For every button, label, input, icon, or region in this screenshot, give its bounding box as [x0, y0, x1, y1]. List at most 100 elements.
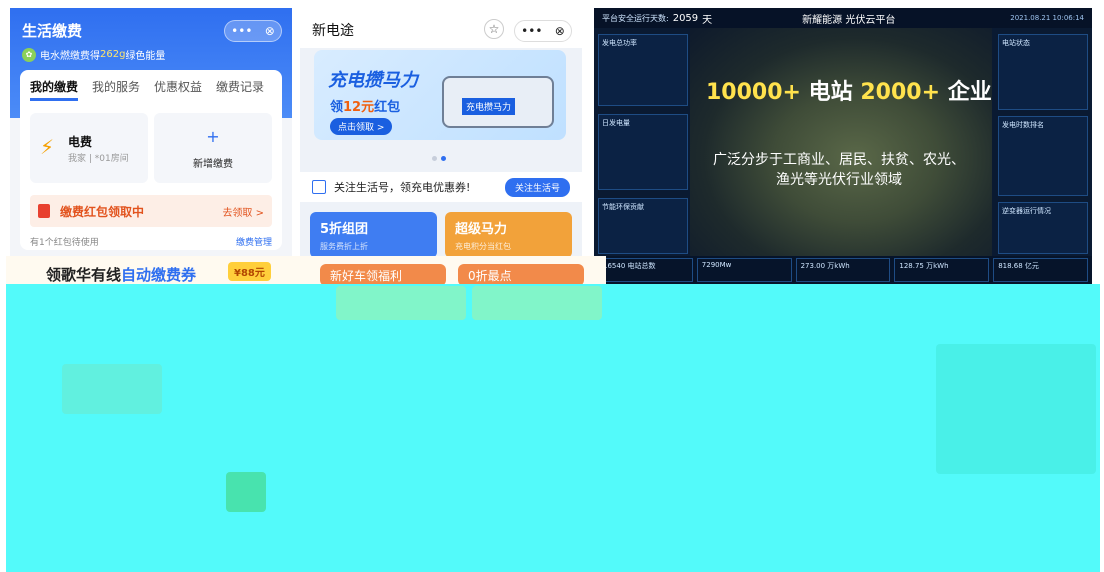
box-title: 节能环保贡献 [602, 203, 644, 211]
carousel-dots [432, 156, 446, 161]
coupon-strip-text: 领歌华有线自动缴费券 [46, 264, 196, 285]
life-account-icon [312, 180, 326, 194]
green-energy-banner: ✿ 电水燃缴费得 262g 绿色能量 [22, 47, 280, 62]
jeep-illustration: 充电攒马力 [442, 76, 554, 128]
tile-title: 5折组团 [320, 222, 369, 237]
miniapp-capsule[interactable]: ••• ⊗ [514, 20, 572, 42]
ghost-artifact [936, 344, 1096, 474]
inverter-status-box: 逆变器运行情况 [998, 202, 1088, 254]
plus-icon: + [206, 127, 220, 146]
miniapp-capsule[interactable]: ••• ⊗ [224, 20, 282, 42]
china-map [690, 28, 992, 264]
electric-bill-tile[interactable]: ⚡ 电费 我家 | *01房间 [30, 113, 148, 183]
ghost-artifact [226, 472, 266, 512]
banner-sub-prefix: 领 [330, 100, 344, 115]
red-packet-banner[interactable]: 缴费红包领取中 去领取 > [30, 195, 272, 227]
tile-title: 超级马力 [455, 222, 508, 237]
ghost-artifact [62, 364, 162, 414]
box-title: 发电总功率 [602, 39, 637, 47]
tab-benefits[interactable]: 优惠权益 [154, 78, 202, 101]
enterprise-count: 2000+ [860, 80, 941, 105]
follow-bar: 关注生活号，领充电优惠券! 关注生活号 [300, 172, 582, 202]
group-discount-tile[interactable]: 5折组团 服务费折上折 [310, 212, 437, 256]
station-status-box: 电站状态 [998, 34, 1088, 110]
leaf-icon: ✿ [22, 47, 36, 62]
coupon-strip-prefix: 领歌华有线 [46, 266, 122, 284]
super-horsepower-tile[interactable]: 超级马力 充电积分当红包 [445, 212, 572, 256]
star-icon[interactable]: ☆ [484, 19, 504, 39]
dashboard-topbar: 平台安全运行天数: 2059 天 新耀能源 光伏云平台 2021.08.21 1… [594, 8, 1092, 28]
desc-line-1: 广泛分步于工商业、居民、扶贫、农光、 [713, 152, 965, 168]
banner-title: 充电攒马力 [328, 70, 418, 91]
follow-button[interactable]: 关注生活号 [504, 177, 570, 197]
claim-button[interactable]: 点击领取 > [330, 118, 393, 135]
red-packet-icon [38, 204, 50, 218]
daily-generation-box: 日发电量 [598, 114, 688, 190]
stat-item: 16540 电站总数 [598, 258, 693, 282]
panel-xindiantu: 新电途 ☆ ••• ⊗ 充电攒马力 领12元红包 点击领取 > 充电攒马力 关注… [300, 8, 582, 256]
power-total-box: 发电总功率 [598, 34, 688, 106]
more-icon[interactable]: ••• [231, 24, 252, 38]
stat-item: 818.68 亿元 [993, 258, 1088, 282]
dashboard-datetime: 2021.08.21 10:06:14 [1010, 14, 1084, 22]
xindiantu-header: 新电途 ☆ ••• ⊗ [300, 8, 582, 48]
banner-sub-suffix: 红包 [374, 100, 401, 115]
box-title: 电站状态 [1002, 39, 1030, 47]
days-unit: 天 [702, 14, 713, 26]
bottom-chip[interactable]: 新好车领福利 [320, 264, 446, 286]
stat-item: 273.00 万kWh [795, 258, 891, 282]
tab-my-payments[interactable]: 我的缴费 [30, 78, 79, 101]
electric-title: 电费 [68, 135, 93, 149]
panel-life-payment: 生活缴费 ••• ⊗ ✿ 电水燃缴费得 262g 绿色能量 我的缴费 我的服务 … [10, 8, 292, 256]
bottom-stats-bar: 16540 电站总数 7290Mw 273.00 万kWh 128.75 万kW… [594, 256, 1092, 284]
lightning-icon: ⚡ [40, 135, 55, 159]
ghost-artifact [472, 286, 602, 320]
days-label: 平台安全运行天数: [602, 13, 669, 23]
payment-tabs: 我的缴费 我的服务 优惠权益 缴费记录 [20, 70, 282, 101]
payment-management-link[interactable]: 缴费管理 [236, 235, 272, 248]
stat-item: 128.75 万kWh [894, 258, 990, 282]
energy-suffix: 绿色能量 [125, 51, 166, 62]
banner-sub-amount: 12元 [343, 100, 375, 115]
electric-subtitle: 我家 | *01房间 [68, 154, 129, 164]
station-unit: 电站 [808, 80, 853, 105]
enterprise-unit: 企业 [947, 80, 992, 105]
close-icon[interactable]: ⊗ [265, 24, 275, 38]
coupon-strip-highlight: 自动缴费券 [121, 266, 197, 284]
coverage-description: 广泛分步于工商业、居民、扶贫、农光、 渔光等光伏行业领域 [694, 150, 984, 190]
station-count: 10000+ [706, 80, 801, 105]
page-title: 新电途 [312, 23, 354, 39]
box-title: 日发电量 [602, 119, 630, 127]
follow-text: 关注生活号，领充电优惠券! [334, 181, 471, 194]
payment-card: 我的缴费 我的服务 优惠权益 缴费记录 ⚡ 电费 我家 | *01房间 + 新增… [20, 70, 282, 250]
days-value: 2059 [672, 12, 699, 24]
box-title: 逆变器运行情况 [1002, 207, 1051, 215]
energy-saving-box: 节能环保贡献 [598, 198, 688, 254]
tab-payment-records[interactable]: 缴费记录 [216, 78, 264, 101]
more-icon[interactable]: ••• [521, 24, 542, 38]
add-payment-label: 新增缴费 [193, 159, 233, 170]
claim-link[interactable]: 去领取 > [222, 204, 264, 219]
ghost-artifact [336, 286, 466, 320]
panel-pv-dashboard: 平台安全运行天数: 2059 天 新耀能源 光伏云平台 2021.08.21 1… [594, 8, 1092, 284]
corrupted-image-region [6, 284, 1100, 572]
box-title: 发电时数排名 [1002, 121, 1044, 129]
add-payment-tile[interactable]: + 新增缴费 [154, 113, 272, 183]
close-icon[interactable]: ⊗ [555, 24, 565, 38]
pending-red-packet-note: 有1个红包待使用 [30, 238, 99, 248]
desc-line-2: 渔光等光伏行业领域 [776, 172, 902, 188]
bottom-chip[interactable]: 0折最点 [458, 264, 584, 286]
headline-stats: 10000+ 电站 2000+ 企业 [706, 74, 992, 106]
red-packet-text: 缴费红包领取中 [60, 204, 145, 219]
stat-item: 7290Mw [696, 258, 792, 282]
jeep-label: 充电攒马力 [462, 98, 516, 115]
bottom-chips: 新好车领福利 0折最点 [320, 256, 586, 286]
tile-subtitle: 充电积分当红包 [455, 242, 511, 251]
tab-my-services[interactable]: 我的服务 [92, 78, 140, 101]
banner-subtitle: 领12元红包 [330, 96, 400, 115]
dashboard-brand: 新耀能源 光伏云平台 [802, 14, 896, 26]
coupon-badge: ¥88元 [228, 262, 271, 281]
promo-banner[interactable]: 充电攒马力 领12元红包 点击领取 > 充电攒马力 [314, 50, 566, 140]
generation-ranking-box: 发电时数排名 [998, 116, 1088, 196]
energy-prefix: 电水燃缴费得 [40, 51, 100, 62]
